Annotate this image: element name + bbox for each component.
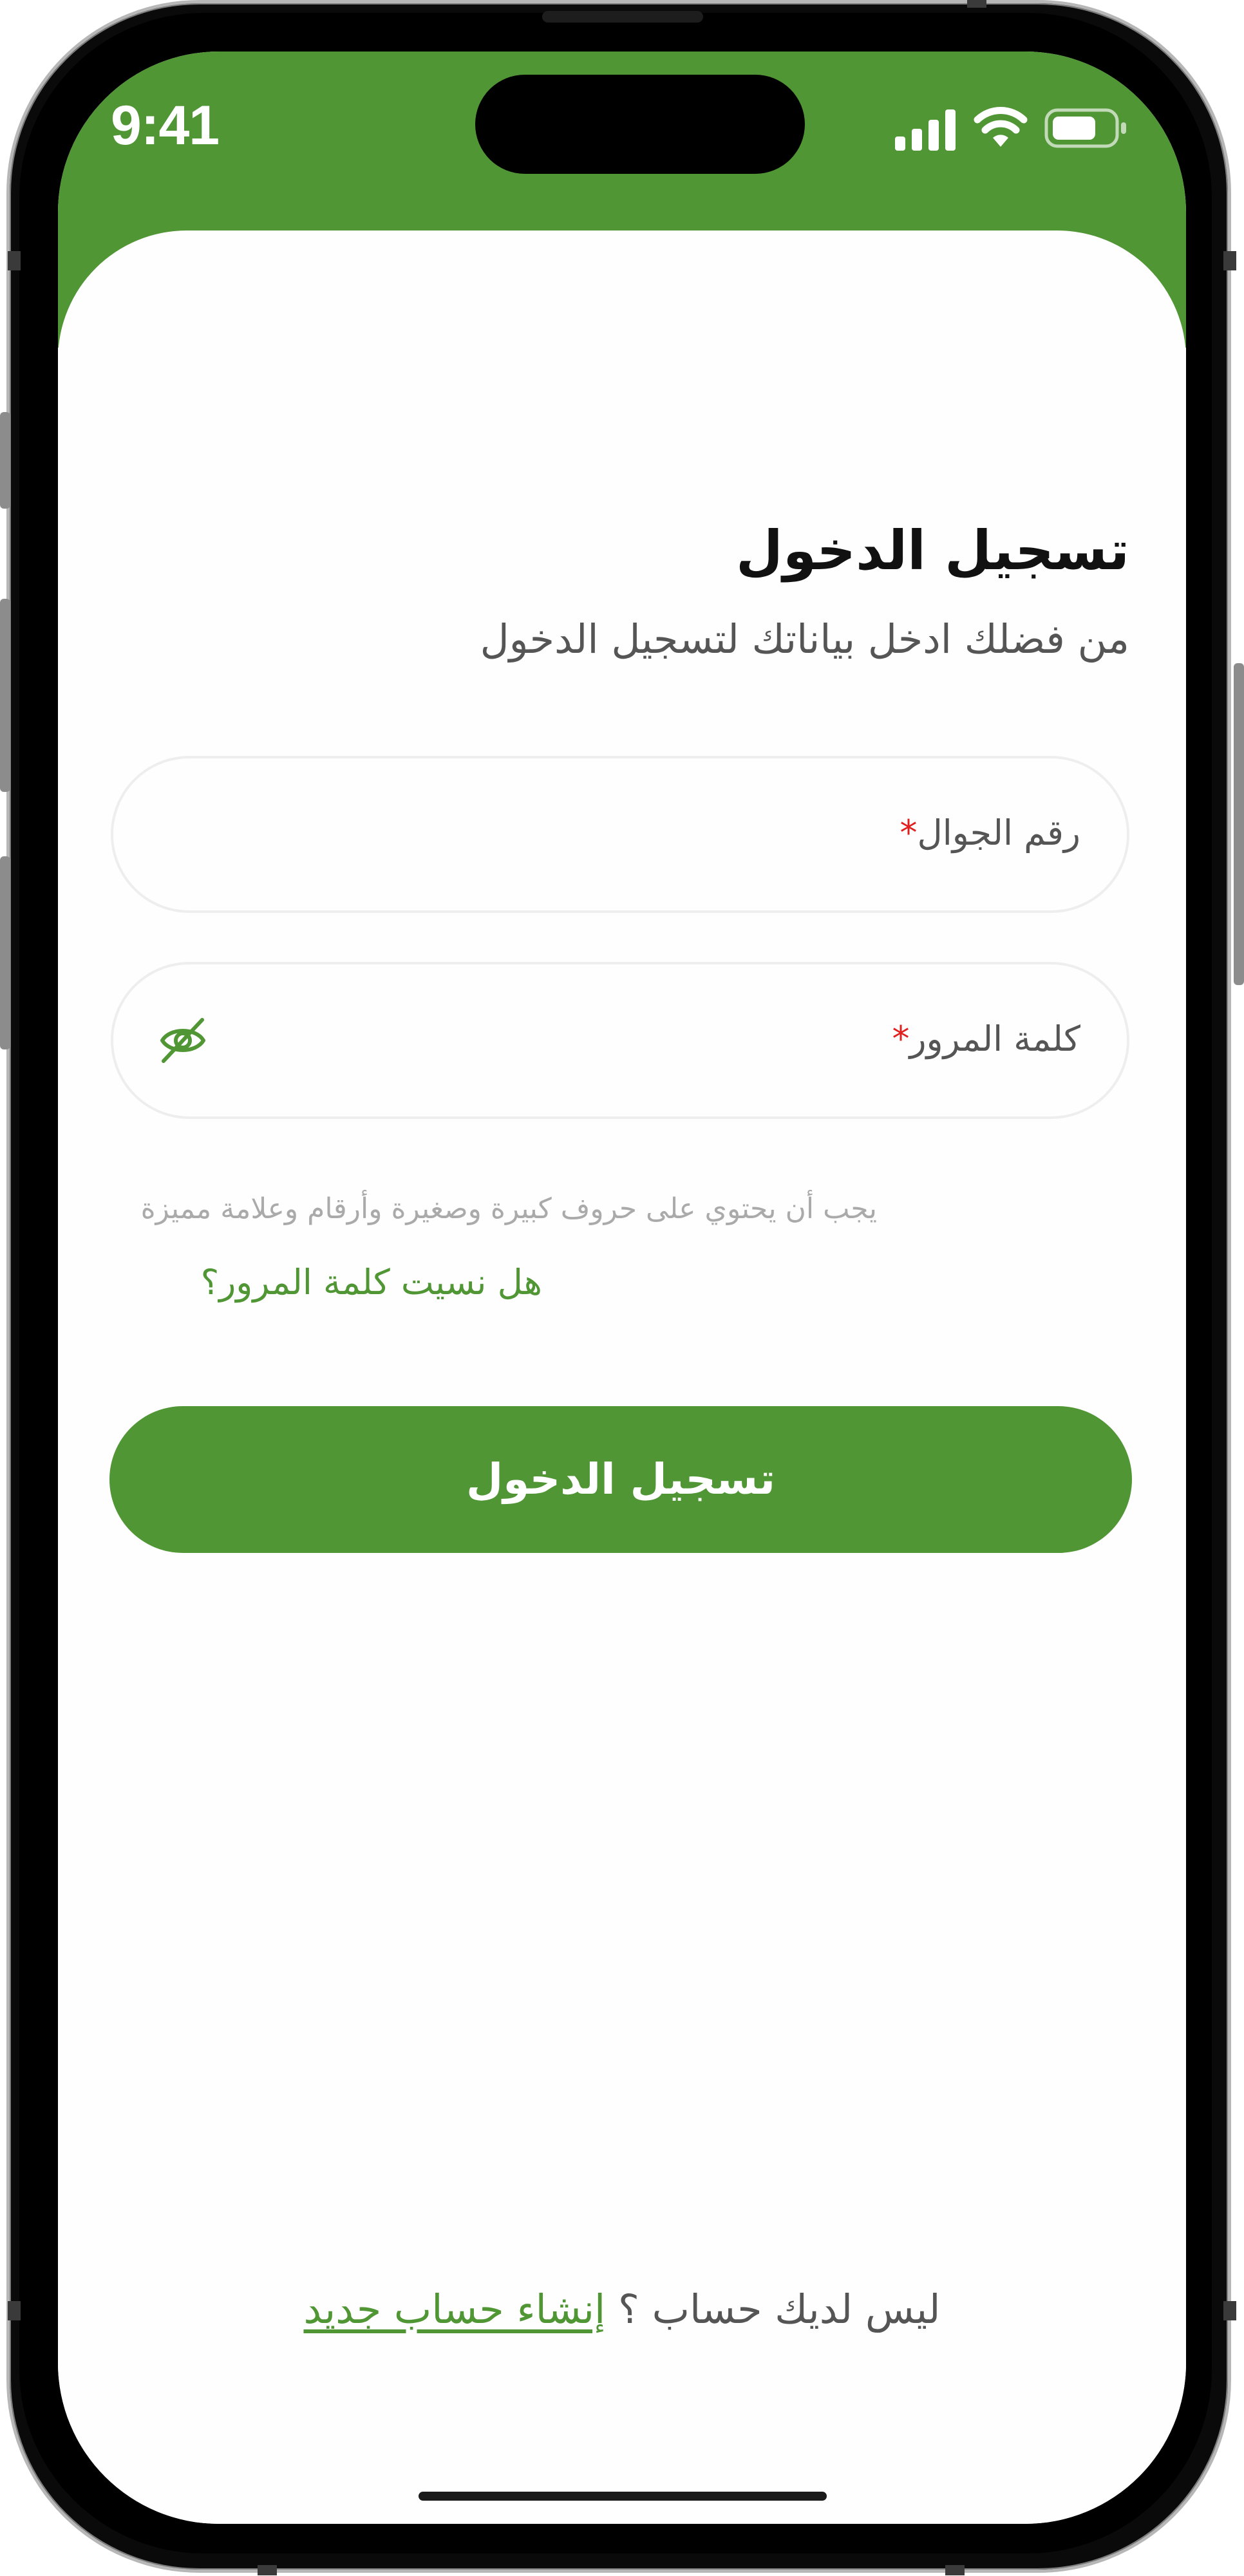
phone-number-field[interactable]: رقم الجوال* xyxy=(111,756,1129,913)
eye-off-icon[interactable] xyxy=(157,1015,209,1066)
signup-prompt: ليس لديك حساب ؟ إنشاء حساب جديد xyxy=(58,2286,1186,2333)
antenna-band xyxy=(945,2565,965,2575)
antenna-band xyxy=(8,2301,21,2320)
wifi-icon xyxy=(974,107,1028,147)
password-field[interactable]: كلمة المرور* xyxy=(111,962,1129,1119)
cellular-signal-icon xyxy=(895,109,956,151)
forgot-password-link[interactable]: هل نسيت كلمة المرور؟ xyxy=(91,1262,542,1302)
page-title: تسجيل الدخول xyxy=(735,519,1129,582)
password-label: كلمة المرور* xyxy=(892,1019,1080,1059)
dynamic-island xyxy=(475,75,805,174)
password-hint: يجب أن يحتوي على حروف كبيرة وصغيرة وأرقا… xyxy=(140,1192,877,1225)
required-mark: * xyxy=(892,1019,910,1059)
antenna-band xyxy=(8,251,21,270)
phone-number-label: رقم الجوال* xyxy=(900,813,1080,853)
earpiece-speaker xyxy=(542,11,703,23)
antenna-band xyxy=(1223,2301,1236,2320)
page-subtitle: من فضلك ادخل بياناتك لتسجيل الدخول xyxy=(480,616,1129,663)
status-time: 9:41 xyxy=(111,95,220,156)
power-button xyxy=(1234,663,1244,985)
no-account-text: ليس لديك حساب ؟ xyxy=(618,2286,941,2333)
phone-screen: 9:41 تسجيل الدخول من فضلك ادخل بياناتك ل… xyxy=(58,52,1186,2524)
antenna-band xyxy=(967,0,986,8)
action-button xyxy=(0,412,10,509)
volume-up-button xyxy=(0,599,10,792)
battery-icon xyxy=(1044,108,1126,148)
volume-down-button xyxy=(0,856,10,1049)
create-account-link[interactable]: إنشاء حساب جديد xyxy=(303,2286,605,2333)
home-indicator[interactable] xyxy=(419,2492,827,2501)
antenna-band xyxy=(258,2565,277,2575)
required-mark: * xyxy=(900,813,918,853)
login-button[interactable]: تسجيل الدخول xyxy=(109,1406,1132,1553)
antenna-band xyxy=(1223,251,1236,270)
status-icons xyxy=(895,107,1140,152)
